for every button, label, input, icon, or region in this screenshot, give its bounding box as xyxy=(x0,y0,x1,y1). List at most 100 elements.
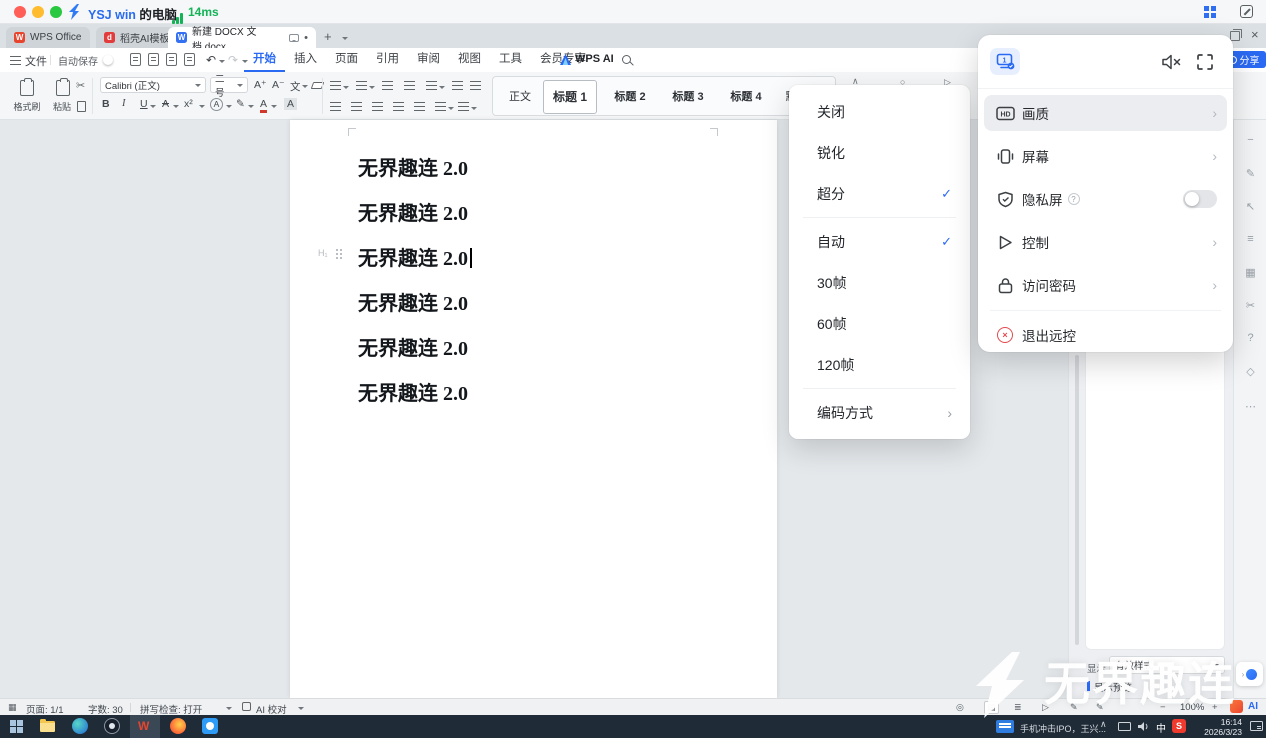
format-painter-icon[interactable] xyxy=(20,80,34,96)
undo-icon[interactable]: ↶ xyxy=(206,53,216,67)
increase-indent-icon[interactable] xyxy=(404,81,415,90)
font-name-select[interactable]: Calibri (正文) xyxy=(100,77,206,93)
strikethrough-button[interactable]: A xyxy=(162,98,169,110)
menu-item-off[interactable]: 关闭 xyxy=(789,91,970,132)
decrease-indent-icon[interactable] xyxy=(382,81,393,90)
tab-page[interactable]: 页面 xyxy=(326,48,367,72)
numbered-list-icon[interactable] xyxy=(356,81,367,90)
align-left-icon[interactable] xyxy=(330,102,341,111)
tab-document[interactable]: W 新建 DOCX 文档.docx • xyxy=(168,27,316,48)
tab-home[interactable]: 开始 xyxy=(244,48,285,72)
style-heading2[interactable]: 标题 2 xyxy=(607,83,653,111)
play-view-icon[interactable]: ▷ xyxy=(1042,702,1049,713)
steam-icon[interactable] xyxy=(104,718,120,734)
undo-dropdown-icon[interactable] xyxy=(219,60,225,63)
start-button[interactable] xyxy=(8,718,24,734)
settings-sliders-icon[interactable]: ≡ xyxy=(1234,233,1266,245)
doc-heading-line[interactable]: 无界趣连 2.0 xyxy=(358,152,468,178)
remote-app-icon[interactable] xyxy=(202,718,218,734)
doc-heading-line-active[interactable]: H₁ 无界趣连 2.0 xyxy=(358,242,472,268)
show-preview-label[interactable]: 显示预览 xyxy=(1094,680,1132,694)
file-menu[interactable]: 文件 xyxy=(25,53,47,69)
enclose-char-button[interactable]: A xyxy=(210,98,223,111)
notification-center-icon[interactable] xyxy=(1250,721,1263,731)
bold-button[interactable]: B xyxy=(102,98,110,110)
panel-item-quality[interactable]: HD 画质 › xyxy=(984,95,1227,131)
firefox-icon[interactable] xyxy=(170,718,186,734)
grid-view-icon[interactable]: ▦ xyxy=(8,702,17,713)
panel-item-control[interactable]: 控制 › xyxy=(984,224,1227,260)
redo-icon[interactable]: ↷ xyxy=(228,53,238,67)
align-center-icon[interactable] xyxy=(351,102,362,111)
pane-scrollbar[interactable] xyxy=(1075,355,1079,645)
style-heading4[interactable]: 标题 4 xyxy=(723,83,769,111)
news-headline[interactable]: 手机冲击IPO，王兴... xyxy=(1020,722,1106,735)
menu-item-120fps[interactable]: 120帧 xyxy=(789,344,970,385)
menu-item-encoding[interactable]: 编码方式› xyxy=(789,392,970,433)
remote-computer-name[interactable]: YSJ win 的电脑 xyxy=(88,4,177,23)
display-style-select[interactable]: 有效样式 xyxy=(1109,656,1225,674)
more-icon[interactable]: ⋯ xyxy=(1234,400,1266,413)
tab-view[interactable]: 视图 xyxy=(449,48,490,72)
privacy-screen-toggle[interactable] xyxy=(1183,190,1217,208)
tab-review[interactable]: 审阅 xyxy=(408,48,449,72)
doc-heading-line[interactable]: 无界趣连 2.0 xyxy=(358,332,468,358)
para-marks-icon[interactable] xyxy=(426,81,437,90)
clock[interactable]: 16:14 2026/3/23 xyxy=(1194,717,1242,737)
zoom-out-icon[interactable]: − xyxy=(1160,702,1166,713)
search-icon[interactable] xyxy=(622,55,631,64)
collapse-pane-icon[interactable]: − xyxy=(1234,134,1266,146)
print-icon[interactable] xyxy=(166,53,177,66)
tools-icon[interactable]: ✂ xyxy=(1234,299,1266,312)
tab-reference[interactable]: 引用 xyxy=(367,48,408,72)
cloud-sync-icon[interactable] xyxy=(184,53,195,66)
word-count[interactable]: 字数: 30 xyxy=(88,702,123,716)
compose-icon[interactable] xyxy=(1240,5,1253,18)
feedback-icon[interactable]: ◇ xyxy=(1234,365,1266,378)
copy-icon[interactable] xyxy=(77,101,86,112)
line-spacing-icon[interactable] xyxy=(435,102,446,111)
doc-heading-line[interactable]: 无界趣连 2.0 xyxy=(358,377,468,403)
shading-icon[interactable] xyxy=(458,102,469,111)
panel-item-privacy-screen[interactable]: 隐私屏 ? xyxy=(984,181,1227,217)
doc-heading-line[interactable]: 无界趣连 2.0 xyxy=(358,287,468,313)
drag-handle-icon[interactable] xyxy=(335,248,343,260)
spellcheck-status[interactable]: 拼写检查: 打开 xyxy=(140,702,202,716)
menu-item-super-resolution[interactable]: 超分✓ xyxy=(789,173,970,214)
ai-proof-label[interactable]: AI 校对 xyxy=(256,702,287,716)
ime-indicator[interactable]: 中 xyxy=(1156,720,1166,735)
new-tab-button[interactable]: + xyxy=(324,29,332,44)
page-view-icon[interactable]: ▤ xyxy=(984,701,999,714)
zoom-level[interactable]: 100% xyxy=(1180,702,1204,713)
phonetic-guide-icon[interactable]: 文 xyxy=(290,79,301,94)
ai-assistant-button[interactable]: › xyxy=(1236,662,1263,686)
menu-item-60fps[interactable]: 60帧 xyxy=(789,303,970,344)
align-right-icon[interactable] xyxy=(372,102,383,111)
calculator-icon[interactable]: ▦ xyxy=(1234,266,1266,279)
tab-insert[interactable]: 插入 xyxy=(285,48,326,72)
highlight-pen-button[interactable]: ✎ xyxy=(236,98,245,110)
style-normal[interactable]: 正文 xyxy=(503,83,537,111)
wps-taskbar-active-tile[interactable]: W xyxy=(130,715,160,738)
mac-close-button[interactable] xyxy=(14,6,26,18)
menu-item-auto[interactable]: 自动✓ xyxy=(789,221,970,262)
decrease-font-icon[interactable]: A⁻ xyxy=(272,79,285,91)
launchpad-icon[interactable] xyxy=(1204,6,1216,18)
help-icon[interactable]: ? xyxy=(1234,332,1266,344)
style-heading3[interactable]: 标题 3 xyxy=(665,83,711,111)
annotate-icon[interactable]: ✎ xyxy=(1070,702,1078,713)
mute-icon[interactable] xyxy=(1162,53,1181,71)
superscript-button[interactable]: x² xyxy=(184,98,193,110)
ink-icon[interactable]: ✎ xyxy=(1096,702,1104,713)
wps-ai-menu[interactable]: WPS AI xyxy=(575,53,614,65)
mac-minimize-button[interactable] xyxy=(32,6,44,18)
outline-view-icon[interactable]: ≣ xyxy=(1014,702,1022,713)
ai-badge[interactable]: AI xyxy=(1248,701,1258,712)
cursor-icon[interactable]: ↖ xyxy=(1234,200,1266,213)
mac-maximize-button[interactable] xyxy=(50,6,62,18)
zoom-in-icon[interactable]: + xyxy=(1212,702,1218,713)
cut-icon[interactable]: ✂ xyxy=(76,79,85,92)
panel-item-screen[interactable]: 屏幕 › xyxy=(984,138,1227,174)
underline-button[interactable]: U xyxy=(140,98,148,110)
style-heading1-selected[interactable]: 标题 1 xyxy=(543,80,597,114)
